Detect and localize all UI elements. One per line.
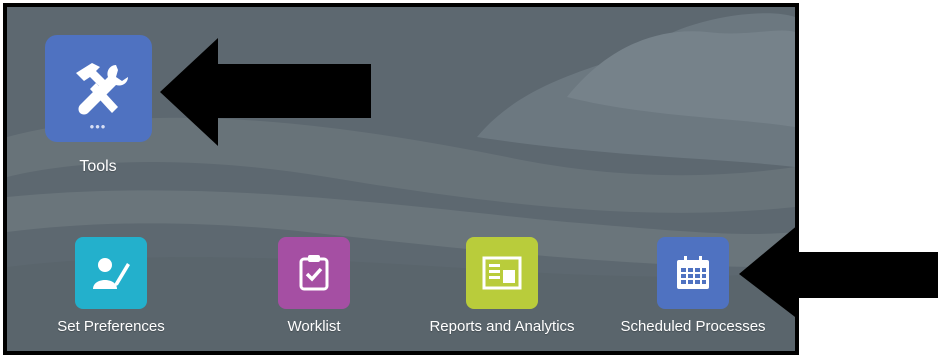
clipboard-check-icon (299, 255, 329, 291)
tools-tile-icon-box[interactable]: ••• (44, 35, 152, 142)
reports-label: Reports and Analytics (429, 318, 575, 335)
reports-icon-box[interactable] (466, 237, 538, 309)
arrow-to-scheduled-processes (739, 224, 938, 320)
calendar-icon (677, 256, 709, 289)
set-preferences-icon-box[interactable] (75, 237, 147, 309)
worklist-tile[interactable]: Worklist (234, 237, 394, 335)
scheduled-icon-box[interactable] (657, 237, 729, 309)
worklist-icon-box[interactable] (278, 237, 350, 309)
more-dots-icon: ••• (89, 119, 107, 134)
arrow-to-tools (160, 38, 371, 146)
reports-and-analytics-tile[interactable]: Reports and Analytics (412, 237, 592, 335)
tools-tile[interactable]: ••• Tools (43, 35, 153, 176)
springboard-panel: ••• Tools Set Preferences Worklist Repor… (3, 3, 799, 355)
set-preferences-label: Set Preferences (57, 318, 165, 335)
tools-label: Tools (79, 158, 117, 175)
report-chart-icon (482, 256, 522, 290)
set-preferences-tile[interactable]: Set Preferences (31, 237, 191, 335)
worklist-label: Worklist (287, 318, 341, 335)
user-edit-icon (93, 258, 130, 289)
hammer-wrench-icon (76, 62, 128, 114)
